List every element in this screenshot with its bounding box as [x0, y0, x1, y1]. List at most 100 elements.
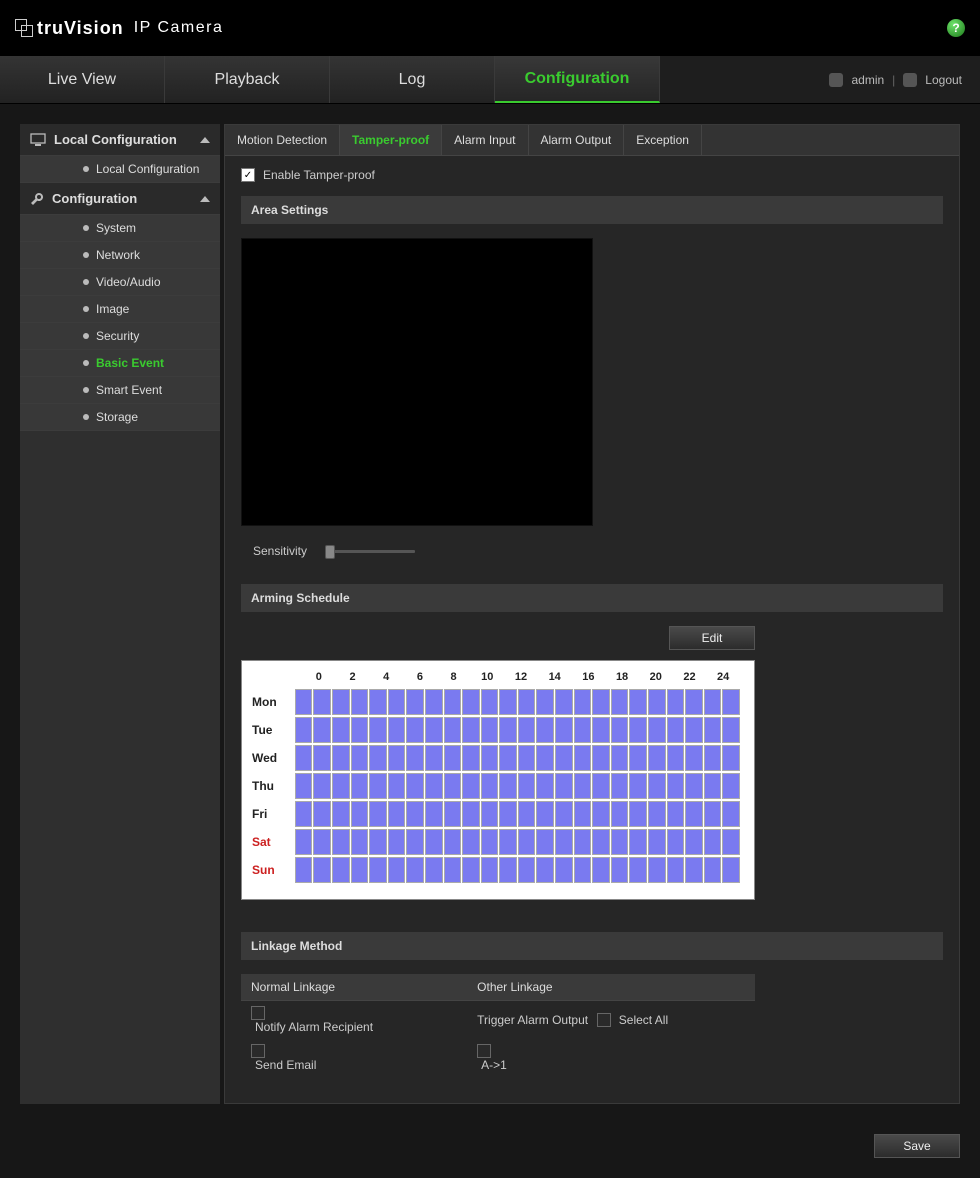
schedule-cell[interactable]: [444, 857, 462, 883]
schedule-cell[interactable]: [351, 689, 369, 715]
schedule-cell[interactable]: [629, 717, 647, 743]
schedule-cell[interactable]: [313, 829, 331, 855]
schedule-cell[interactable]: [499, 689, 517, 715]
schedule-cell[interactable]: [369, 717, 387, 743]
schedule-cell[interactable]: [462, 745, 480, 771]
sidebar-item-local-configuration[interactable]: Local Configuration: [20, 156, 220, 183]
schedule-cell[interactable]: [406, 829, 424, 855]
schedule-cell[interactable]: [722, 801, 740, 827]
schedule-cell[interactable]: [704, 689, 722, 715]
schedule-cell[interactable]: [648, 829, 666, 855]
schedule-cell[interactable]: [406, 689, 424, 715]
schedule-cell[interactable]: [369, 801, 387, 827]
schedule-cell[interactable]: [704, 773, 722, 799]
schedule-cell[interactable]: [313, 745, 331, 771]
schedule-cells[interactable]: [295, 773, 740, 799]
schedule-cell[interactable]: [685, 829, 703, 855]
schedule-cell[interactable]: [499, 717, 517, 743]
schedule-cell[interactable]: [481, 717, 499, 743]
schedule-cell[interactable]: [462, 801, 480, 827]
logout-link[interactable]: Logout: [925, 73, 962, 87]
schedule-cell[interactable]: [351, 801, 369, 827]
schedule-cell[interactable]: [406, 745, 424, 771]
schedule-cell[interactable]: [592, 745, 610, 771]
schedule-cell[interactable]: [685, 773, 703, 799]
sidebar-item-image[interactable]: Image: [20, 296, 220, 323]
schedule-cell[interactable]: [685, 801, 703, 827]
sidebar-section-local-config[interactable]: Local Configuration: [20, 124, 220, 156]
schedule-cell[interactable]: [555, 745, 573, 771]
sidebar-item-storage[interactable]: Storage: [20, 404, 220, 431]
schedule-cell[interactable]: [667, 717, 685, 743]
tab-motion-detection[interactable]: Motion Detection: [225, 125, 340, 155]
schedule-cell[interactable]: [722, 829, 740, 855]
schedule-cell[interactable]: [481, 745, 499, 771]
schedule-cell[interactable]: [332, 689, 350, 715]
schedule-cell[interactable]: [444, 773, 462, 799]
schedule-cell[interactable]: [499, 801, 517, 827]
schedule-cell[interactable]: [425, 745, 443, 771]
schedule-cell[interactable]: [667, 801, 685, 827]
schedule-cell[interactable]: [629, 689, 647, 715]
sensitivity-slider[interactable]: [325, 550, 415, 553]
nav-tab-live-view[interactable]: Live View: [0, 56, 165, 103]
schedule-cell[interactable]: [481, 857, 499, 883]
schedule-cell[interactable]: [536, 717, 554, 743]
schedule-cell[interactable]: [313, 717, 331, 743]
schedule-cell[interactable]: [332, 745, 350, 771]
schedule-cells[interactable]: [295, 717, 740, 743]
schedule-cell[interactable]: [574, 745, 592, 771]
schedule-cell[interactable]: [481, 829, 499, 855]
edit-button[interactable]: Edit: [669, 626, 755, 650]
sidebar-item-security[interactable]: Security: [20, 323, 220, 350]
schedule-cell[interactable]: [648, 773, 666, 799]
schedule-cells[interactable]: [295, 745, 740, 771]
schedule-cell[interactable]: [518, 857, 536, 883]
sidebar-item-network[interactable]: Network: [20, 242, 220, 269]
schedule-cell[interactable]: [648, 801, 666, 827]
schedule-cell[interactable]: [425, 717, 443, 743]
schedule-cell[interactable]: [295, 801, 313, 827]
enable-checkbox[interactable]: ✓: [241, 168, 255, 182]
schedule-cell[interactable]: [592, 857, 610, 883]
schedule-cell[interactable]: [481, 801, 499, 827]
help-icon[interactable]: ?: [947, 19, 965, 37]
select-all-checkbox[interactable]: [597, 1013, 611, 1027]
sidebar-item-system[interactable]: System: [20, 215, 220, 242]
schedule-cell[interactable]: [611, 717, 629, 743]
notify-checkbox[interactable]: [251, 1006, 265, 1020]
schedule-cell[interactable]: [722, 717, 740, 743]
schedule-cell[interactable]: [313, 857, 331, 883]
schedule-cell[interactable]: [388, 801, 406, 827]
schedule-cell[interactable]: [295, 829, 313, 855]
schedule-cell[interactable]: [499, 857, 517, 883]
schedule-cell[interactable]: [295, 773, 313, 799]
schedule-cell[interactable]: [425, 801, 443, 827]
schedule-cell[interactable]: [555, 801, 573, 827]
schedule-cell[interactable]: [518, 717, 536, 743]
schedule-cell[interactable]: [592, 801, 610, 827]
schedule-cell[interactable]: [648, 857, 666, 883]
schedule-cell[interactable]: [722, 689, 740, 715]
schedule-cell[interactable]: [332, 857, 350, 883]
schedule-cell[interactable]: [555, 773, 573, 799]
schedule-cell[interactable]: [611, 857, 629, 883]
sidebar-item-basic-event[interactable]: Basic Event: [20, 350, 220, 377]
schedule-cell[interactable]: [536, 745, 554, 771]
schedule-cell[interactable]: [462, 829, 480, 855]
schedule-cell[interactable]: [555, 689, 573, 715]
schedule-cell[interactable]: [295, 745, 313, 771]
schedule-cell[interactable]: [611, 773, 629, 799]
schedule-cell[interactable]: [369, 689, 387, 715]
schedule-cells[interactable]: [295, 857, 740, 883]
schedule-cell[interactable]: [536, 857, 554, 883]
schedule-cell[interactable]: [481, 773, 499, 799]
nav-tab-playback[interactable]: Playback: [165, 56, 330, 103]
schedule-cell[interactable]: [295, 689, 313, 715]
schedule-cell[interactable]: [704, 717, 722, 743]
schedule-cell[interactable]: [388, 829, 406, 855]
schedule-cell[interactable]: [722, 857, 740, 883]
schedule-cell[interactable]: [629, 745, 647, 771]
schedule-cell[interactable]: [518, 801, 536, 827]
schedule-cell[interactable]: [667, 745, 685, 771]
